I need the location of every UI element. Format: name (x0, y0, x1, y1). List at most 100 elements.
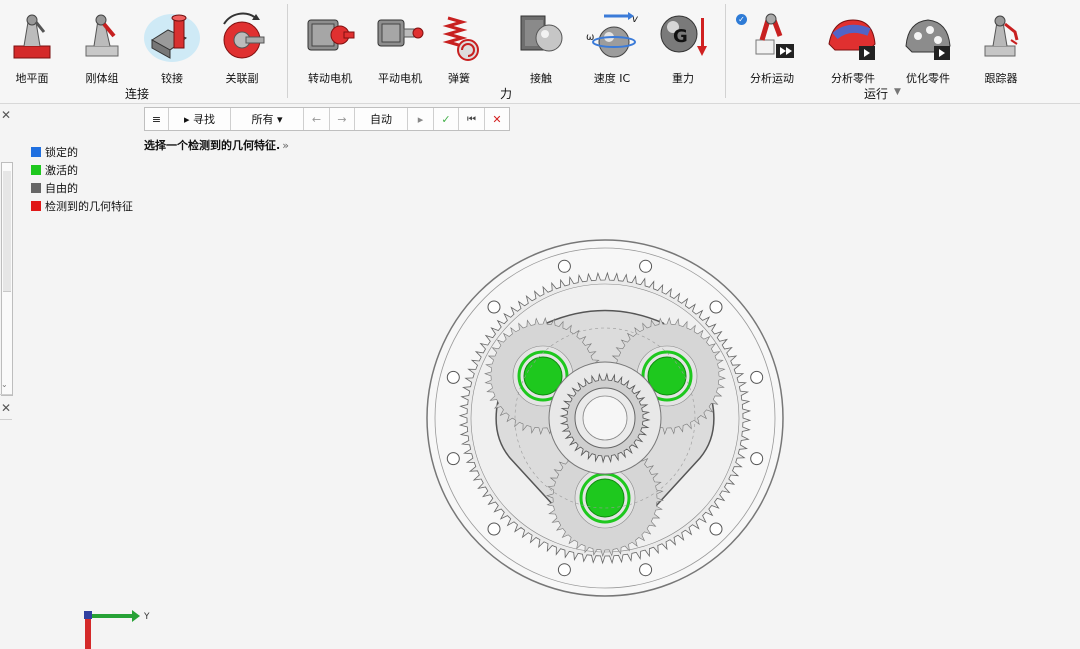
joint-button[interactable]: 铰接 (137, 6, 207, 86)
analyze-motion-button[interactable]: 分析运动 (737, 6, 807, 86)
rigid-group-icon (85, 14, 119, 57)
velocity-ic-button[interactable]: v ω 速度 IC (577, 6, 647, 86)
guide-bar: ≡ ▸ 寻找 所有 ▾ ← → 自动 ▸ ✓ ⏮ ✕ (144, 107, 510, 131)
velocity-ic-icon: v ω (586, 12, 639, 58)
bolt-hole (709, 522, 723, 536)
group-label-force: 力 (500, 87, 513, 101)
legend-swatch-active (31, 165, 41, 175)
tool-label: 跟踪器 (984, 72, 1018, 85)
panel-divider (0, 394, 12, 395)
tool-label: 铰接 (161, 72, 183, 85)
left-side-panel: ✕ ⌄ ✕ (0, 104, 13, 649)
tool-label: 接触 (530, 72, 552, 85)
tracker-icon (984, 15, 1019, 57)
tracker-button[interactable]: 跟踪器 (966, 6, 1036, 86)
ribbon-toolbar: 地平面 刚体组 铰接 关联副 连接 转动电机 平动电机 弹簧 接触 v ω 速度… (0, 0, 1080, 104)
bolt-hole (557, 259, 571, 273)
guidebar-menu-button[interactable]: ≡ (145, 108, 169, 130)
panel-divider (0, 419, 12, 420)
y-axis-label: Y (143, 612, 150, 622)
close-icon[interactable]: ✕ (1, 401, 11, 415)
bolt-hole (639, 259, 653, 273)
bolt-hole (557, 563, 571, 577)
axis-triad: Y (84, 610, 150, 649)
tool-label: 速度 IC (593, 72, 631, 85)
spring-button[interactable]: 弹簧 (424, 6, 494, 86)
legend-label: 自由的 (45, 182, 78, 195)
coupler-button[interactable]: 关联副 (207, 6, 277, 86)
svg-text:v: v (632, 14, 639, 25)
ribbon-separator (725, 4, 726, 98)
chevron-down-icon[interactable]: ⌄ (1, 380, 8, 389)
group-label-connect: 连接 (125, 87, 150, 101)
selection-prompt: 选择一个检测到的几何特征.» (144, 137, 289, 153)
bolt-hole (639, 563, 653, 577)
optimize-part-icon (905, 19, 951, 60)
bolt-hole (446, 370, 460, 384)
active-joint-marker (647, 356, 687, 396)
status-legend: 锁定的 激活的 自由的 检测到的几何特征 (31, 143, 133, 215)
bolt-hole (750, 370, 764, 384)
expand-chevron-icon[interactable]: » (282, 139, 289, 152)
skip-back-icon[interactable]: ⏮ (459, 108, 485, 130)
tool-label: 重力 (672, 72, 694, 85)
coupler-icon (223, 12, 265, 59)
ground-plane-button[interactable]: 地平面 (0, 6, 67, 86)
legend-item: 激活的 (31, 161, 133, 179)
ground-plane-icon (13, 14, 51, 59)
tool-label: 转动电机 (308, 72, 352, 85)
y-axis-bar (88, 614, 132, 618)
legend-label: 激活的 (45, 164, 78, 177)
tool-label: 优化零件 (906, 72, 950, 85)
spring-icon (442, 16, 479, 61)
analyze-motion-icon (755, 13, 794, 58)
analyze-part-button[interactable]: 分析零件 (818, 6, 888, 86)
legend-item: 检测到的几何特征 (31, 197, 133, 215)
legend-swatch-locked (31, 147, 41, 157)
tool-label: 分析零件 (831, 72, 875, 85)
bolt-hole (487, 522, 501, 536)
legend-item: 锁定的 (31, 143, 133, 161)
prompt-text: 选择一个检测到的几何特征. (144, 139, 281, 152)
tool-label: 地平面 (15, 72, 49, 85)
center-bore (582, 395, 628, 441)
legend-swatch-free (31, 183, 41, 193)
tool-label: 分析运动 (750, 72, 794, 85)
chevron-down-icon[interactable]: ▼ (894, 87, 901, 97)
close-icon[interactable]: ✕ (1, 108, 11, 122)
rotary-motor-icon (307, 19, 355, 51)
joint-icon (144, 14, 200, 62)
legend-swatch-detected (31, 201, 41, 211)
rigid-group-button[interactable]: 刚体组 (67, 6, 137, 86)
ribbon-separator (287, 4, 288, 98)
bolt-hole (446, 452, 460, 466)
next-arrow-button[interactable]: → (330, 108, 355, 130)
contact-button[interactable]: 接触 (506, 6, 576, 86)
rotary-motor-button[interactable]: 转动电机 (295, 6, 365, 86)
tool-label: 关联副 (225, 72, 259, 85)
bolt-hole (750, 452, 764, 466)
find-button[interactable]: ▸ 寻找 (169, 108, 231, 130)
legend-label: 检测到的几何特征 (45, 200, 133, 213)
x-axis-marker (84, 611, 92, 619)
cancel-button[interactable]: ✕ (485, 108, 509, 130)
z-axis-bar (85, 615, 91, 649)
filter-dropdown[interactable]: 所有 ▾ (231, 108, 304, 130)
previous-arrow-button[interactable]: ← (304, 108, 330, 130)
ok-check-button[interactable]: ✓ (434, 108, 459, 130)
active-joint-marker (585, 478, 625, 518)
group-label-run: 运行 (864, 87, 889, 101)
legend-item: 自由的 (31, 179, 133, 197)
optimize-part-button[interactable]: 优化零件 (893, 6, 963, 86)
auto-mode-button[interactable]: 自动 (355, 108, 408, 130)
bolt-hole (487, 300, 501, 314)
tool-label: 刚体组 (85, 72, 119, 85)
planetary-gear-model[interactable] (420, 233, 790, 603)
bolt-hole (709, 300, 723, 314)
gravity-button[interactable]: G 重力 (648, 6, 718, 86)
play-icon[interactable]: ▸ (408, 108, 434, 130)
scrollbar-thumb[interactable] (3, 171, 11, 292)
tool-label: 弹簧 (448, 72, 470, 85)
vertical-scrollbar[interactable] (1, 162, 13, 396)
y-axis-arrow (132, 610, 140, 622)
